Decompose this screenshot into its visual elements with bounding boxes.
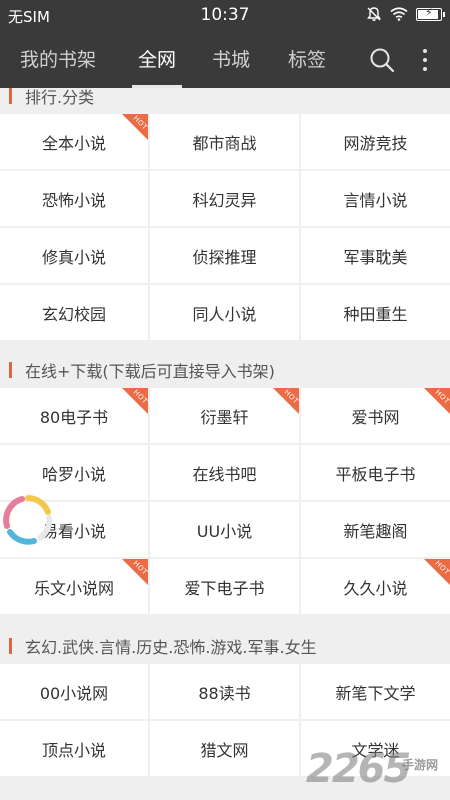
grid-item-label: 爱书网 [351, 407, 400, 427]
grid-item-label: 新笔下文学 [335, 683, 416, 703]
grid-item-label: 新笔趣阁 [343, 521, 408, 541]
watermark-number: 2265 [306, 746, 411, 792]
tab-bookstore[interactable]: 书城 [212, 32, 250, 88]
grid-item[interactable]: 恐怖小说 [0, 171, 148, 226]
grid-item-label: 同人小说 [192, 304, 257, 324]
hot-badge: HOT [122, 388, 148, 414]
more-vertical-icon[interactable] [415, 46, 435, 74]
grid-item-label: 网游竞技 [343, 133, 408, 153]
grid-item-label: 猎文网 [200, 740, 249, 760]
grid-item-label: 全本小说 [41, 133, 106, 153]
grid-item[interactable]: 爱书网 HOT [301, 388, 450, 443]
site-watermark: 2265 手游网 [306, 746, 446, 796]
grid-item-label: 00小说网 [39, 683, 109, 703]
section-header-ranking: 排行.分类 [0, 88, 450, 114]
grid-item[interactable]: 久久小说 HOT [301, 559, 450, 614]
grid-item[interactable]: 新笔下文学 [301, 664, 450, 719]
grid-item[interactable]: 00小说网 [0, 664, 148, 719]
grid-item-label: 80电子书 [39, 407, 109, 427]
grid-item-label: 恐怖小说 [41, 190, 106, 210]
tab-all-network[interactable]: 全网 [131, 32, 183, 88]
grid-item-label: 言情小说 [343, 190, 408, 210]
section-header-genres: 玄幻.武侠.言情.历史.恐怖.游戏.军事.女生 [0, 628, 450, 664]
grid-item-label: 爱下电子书 [184, 578, 265, 598]
search-icon[interactable] [368, 46, 396, 74]
grid-item[interactable]: 全本小说 HOT [0, 114, 148, 169]
loading-spinner-icon [3, 495, 53, 545]
top-tab-bar: 我的书架 全网 书城 标签 [0, 32, 450, 88]
grid-item-label: 衍墨轩 [200, 407, 249, 427]
grid-item-label: 玄幻校园 [41, 304, 106, 324]
section-title: 玄幻.武侠.言情.历史.恐怖.游戏.军事.女生 [25, 638, 317, 657]
section-accent-bar [9, 88, 12, 104]
grid-item[interactable]: 新笔趣阁 [301, 502, 450, 557]
grid-item[interactable]: 猎文网 [150, 721, 299, 776]
grid-item[interactable]: 都市商战 [150, 114, 299, 169]
tab-tags[interactable]: 标签 [288, 32, 326, 88]
grid-item-label: 在线书吧 [192, 464, 257, 484]
grid-item-label: 平板电子书 [335, 464, 416, 484]
grid-item[interactable]: 顶点小说 [0, 721, 148, 776]
hot-badge: HOT [424, 388, 450, 414]
grid-item[interactable]: 言情小说 [301, 171, 450, 226]
grid-item-label: 久久小说 [343, 578, 408, 598]
grid-item[interactable]: 修真小说 [0, 228, 148, 283]
grid-item-label: 侦探推理 [192, 247, 257, 267]
status-icons: ⚡ [366, 6, 445, 22]
grid-item[interactable]: 同人小说 [150, 285, 299, 340]
grid-item-label: 乐文小说网 [33, 578, 114, 598]
hot-badge: HOT [273, 388, 299, 414]
section-header-online-download: 在线+下载(下载后可直接导入书架) [0, 352, 450, 388]
grid-item[interactable]: 80电子书 HOT [0, 388, 148, 443]
content-scroll-area[interactable]: 排行.分类 全本小说 HOT 都市商战 网游竞技 恐怖小说 科幻灵异 言情小说 修… [0, 88, 450, 800]
grid-item[interactable]: 科幻灵异 [150, 171, 299, 226]
hot-badge: HOT [424, 559, 450, 585]
section-title: 排行.分类 [25, 88, 95, 107]
grid-item-label: UU小说 [196, 521, 253, 541]
grid-item[interactable]: 平板电子书 [301, 445, 450, 500]
section-accent-bar [9, 362, 12, 378]
hot-badge: HOT [122, 559, 148, 585]
grid-item[interactable]: 爱下电子书 [150, 559, 299, 614]
grid-item-label: 88读书 [198, 683, 251, 703]
watermark-site: 手游网 [402, 758, 439, 772]
grid-item[interactable]: 玄幻校园 [0, 285, 148, 340]
grid-item-label: 哈罗小说 [41, 464, 106, 484]
grid-item-label: 顶点小说 [41, 740, 106, 760]
grid-item[interactable]: 乐文小说网 HOT [0, 559, 148, 614]
grid-item-label: 军事耽美 [343, 247, 408, 267]
wifi-icon [390, 7, 408, 21]
hot-badge: HOT [122, 114, 148, 140]
grid-item-label: 种田重生 [343, 304, 408, 324]
tab-bookshelf[interactable]: 我的书架 [20, 32, 96, 88]
battery-icon: ⚡ [416, 6, 445, 21]
grid-item-label: 修真小说 [41, 247, 106, 267]
grid-item[interactable]: 网游竞技 [301, 114, 450, 169]
grid-item[interactable]: 军事耽美 [301, 228, 450, 283]
section-title: 在线+下载(下载后可直接导入书架) [25, 362, 275, 381]
section-accent-bar [9, 638, 12, 654]
category-grid-ranking: 全本小说 HOT 都市商战 网游竞技 恐怖小说 科幻灵异 言情小说 修真小说 侦探… [0, 114, 450, 340]
grid-item[interactable]: 在线书吧 [150, 445, 299, 500]
site-grid-online-download: 80电子书 HOT 衍墨轩 HOT 爱书网 HOT 哈罗小说 在线书吧 平板电子书 易… [0, 388, 450, 614]
grid-item[interactable]: 88读书 [150, 664, 299, 719]
status-bar: 无SIM 10:37 ⚡ [0, 0, 450, 32]
grid-item[interactable]: UU小说 [150, 502, 299, 557]
grid-item[interactable]: 侦探推理 [150, 228, 299, 283]
grid-item-label: 都市商战 [192, 133, 257, 153]
grid-item[interactable]: 衍墨轩 HOT [150, 388, 299, 443]
mute-bell-icon [367, 7, 381, 21]
grid-item[interactable]: 种田重生 [301, 285, 450, 340]
grid-item-label: 科幻灵异 [192, 190, 257, 210]
